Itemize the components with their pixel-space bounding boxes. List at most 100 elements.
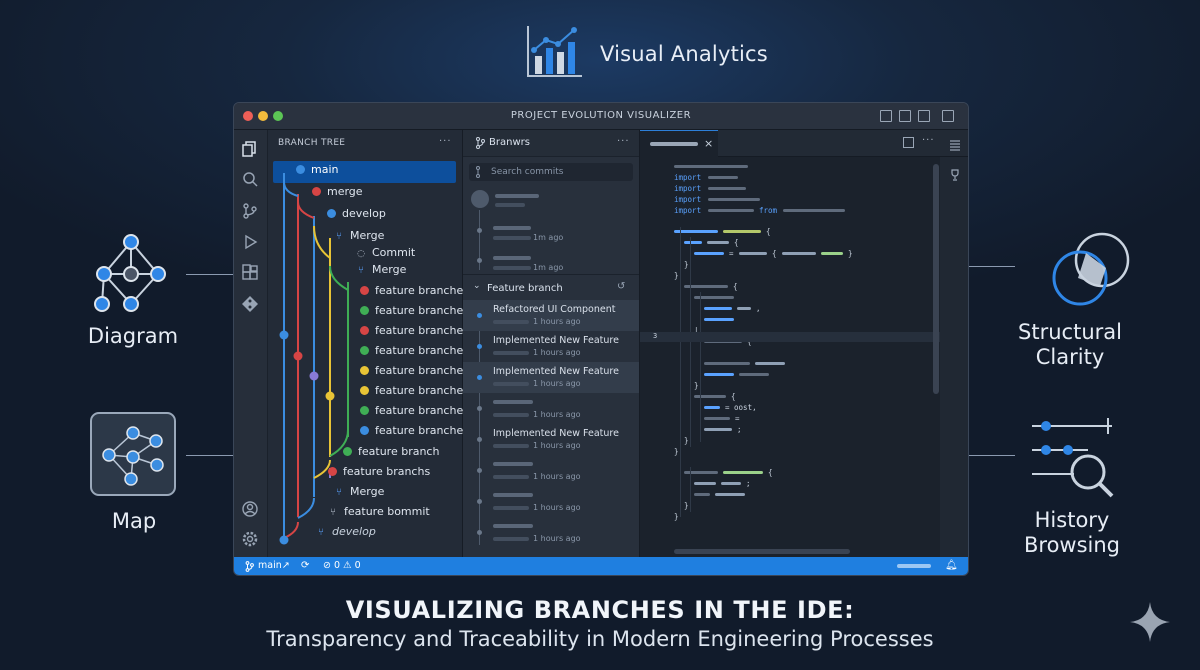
split-editor-icon[interactable] [903,137,914,148]
list-view-icon[interactable] [949,139,961,151]
overlapping-shapes-icon [1052,232,1130,306]
branch-tree-row[interactable]: ⑂ Merge [356,263,406,276]
footer-title: VISUALIZING BRANCHES IN THE IDE: [345,596,855,624]
account-icon[interactable] [241,500,259,518]
run-debug-icon[interactable] [241,233,259,251]
commit-row[interactable]: 1 hours ago [463,517,639,548]
branch-tree-label: merge [327,185,363,198]
branch-tree-row[interactable]: feature branche... [360,364,474,377]
divider [463,274,639,275]
more-actions-icon[interactable]: ··· [922,135,935,146]
branch-tree-label: feature branche... [375,324,474,337]
code-token [704,307,732,310]
branch-tree-row[interactable]: ◌ Commit [356,246,415,259]
search-commits-input[interactable]: Search commits [469,163,633,181]
branch-tree-row[interactable]: ⑂ develop [316,525,376,538]
feature-diagram: Diagram [88,232,178,352]
branch-tree-row[interactable]: ⑂ Merge [334,229,384,242]
branch-tree-row[interactable]: feature branch [343,445,439,458]
commit-row[interactable]: Implemented New Feature 1 hours ago [463,362,639,393]
commit-node[interactable] [325,391,335,401]
sync-icon[interactable]: ⟳ [301,560,309,571]
history-icon[interactable]: ↺ [617,281,625,292]
editor-scrollbar[interactable] [933,164,939,394]
code-token [694,395,726,398]
code-token [674,165,748,168]
commit-time: 1 hours ago [533,503,581,512]
code-keyword: import [674,206,702,215]
code-punctuation: { [733,282,738,291]
code-token [694,482,716,485]
commit-node[interactable] [279,535,289,545]
branch-tree-row[interactable]: main [296,163,338,176]
skeleton-line [493,266,531,270]
toggle-panel-icon[interactable] [899,110,911,122]
tab-branches[interactable]: Branwrs [489,137,530,148]
branch-tree-label: main [311,163,339,176]
branch-tree-row[interactable]: feature branche... [360,304,474,317]
window-title: PROJECT EVOLUTION VISUALIZER [510,110,692,121]
commit-row[interactable]: Implemented New Feature 1 hours ago [463,331,639,362]
code-token [723,471,763,474]
commit-node[interactable] [293,351,303,361]
branch-tree-row[interactable]: merge [312,185,363,198]
code-token [707,241,729,244]
connector-line [967,455,1015,456]
commit-title: Refactored UI Component [493,304,616,315]
timeline-dot [477,344,482,349]
close-tab-icon[interactable]: × [704,137,713,150]
commit-node[interactable] [309,371,319,381]
chevron-down-icon[interactable]: ⌄ [473,281,481,291]
extensions-icon[interactable] [241,264,259,282]
branch-tree-row[interactable]: feature branche... [360,344,474,357]
layout-icon[interactable] [942,110,954,122]
code-text: = oost, [725,403,757,412]
editor-tab-active[interactable]: × [640,130,718,157]
indent-guide [690,467,691,512]
git-icon[interactable] [241,295,259,313]
commit-time: 1m ago [533,263,564,272]
toggle-secondary-sidebar-icon[interactable] [918,110,930,122]
settings-gear-icon[interactable] [241,530,259,548]
status-bar: main↗ ⟳ ⊘ 0 ⚠ 0 🔔︎ [234,557,968,575]
code-token [755,362,785,365]
branch-tree-row[interactable]: feature branche... [360,284,474,297]
commit-node[interactable] [279,330,289,340]
commit-row[interactable]: Refactored UI Component 1 hours ago [463,300,639,331]
toggle-sidebar-icon[interactable] [880,110,892,122]
commit-dot-icon [312,187,321,196]
status-problems[interactable]: ⊘ 0 ⚠ 0 [323,560,361,571]
search-icon[interactable] [241,170,259,188]
skeleton-line [495,194,539,198]
more-actions-icon[interactable]: ··· [617,136,630,147]
commit-row[interactable]: 1 hours ago [463,455,639,486]
commit-dot-icon [360,326,369,335]
branch-tree-row[interactable]: feature branche... [360,424,474,437]
explorer-icon[interactable] [241,140,259,158]
branch-tree-row[interactable]: develop [327,207,386,220]
code-punctuation: { [731,392,736,401]
commit-row[interactable]: Implemented New Feature 1 hours ago [463,424,639,455]
notifications-bell-icon[interactable]: 🔔︎ [945,560,958,571]
code-token [704,406,720,409]
feature-label-history-browsing: History Browsing [1023,508,1121,557]
horizontal-scrollbar[interactable] [674,549,850,554]
skeleton-line [493,444,529,448]
commit-dot-icon [360,346,369,355]
trophy-icon[interactable] [949,169,961,181]
branch-tree-row[interactable]: feature branchs [328,465,430,478]
timeline-dot [477,406,482,411]
code-punctuation: } [674,447,679,456]
branch-tree-row[interactable]: feature branche... [360,324,474,337]
branch-tree-row[interactable]: feature branche... [360,384,474,397]
status-branch[interactable]: main↗ [258,560,290,571]
commit-row[interactable]: 1 hours ago [463,486,639,517]
branch-tree-row[interactable]: ⑂ Merge [334,485,384,498]
commit-row[interactable]: 1 hours ago [463,393,639,424]
code-area[interactable]: importimportimportimportfrom{{={}}}{,|{}… [640,157,950,537]
source-control-icon[interactable] [241,202,259,220]
branch-tree-row[interactable]: feature branche... [360,404,474,417]
section-title[interactable]: Feature branch [487,283,563,294]
branch-tree-row[interactable]: ⑂ feature bommit [328,505,430,518]
branch-curve [313,225,331,259]
